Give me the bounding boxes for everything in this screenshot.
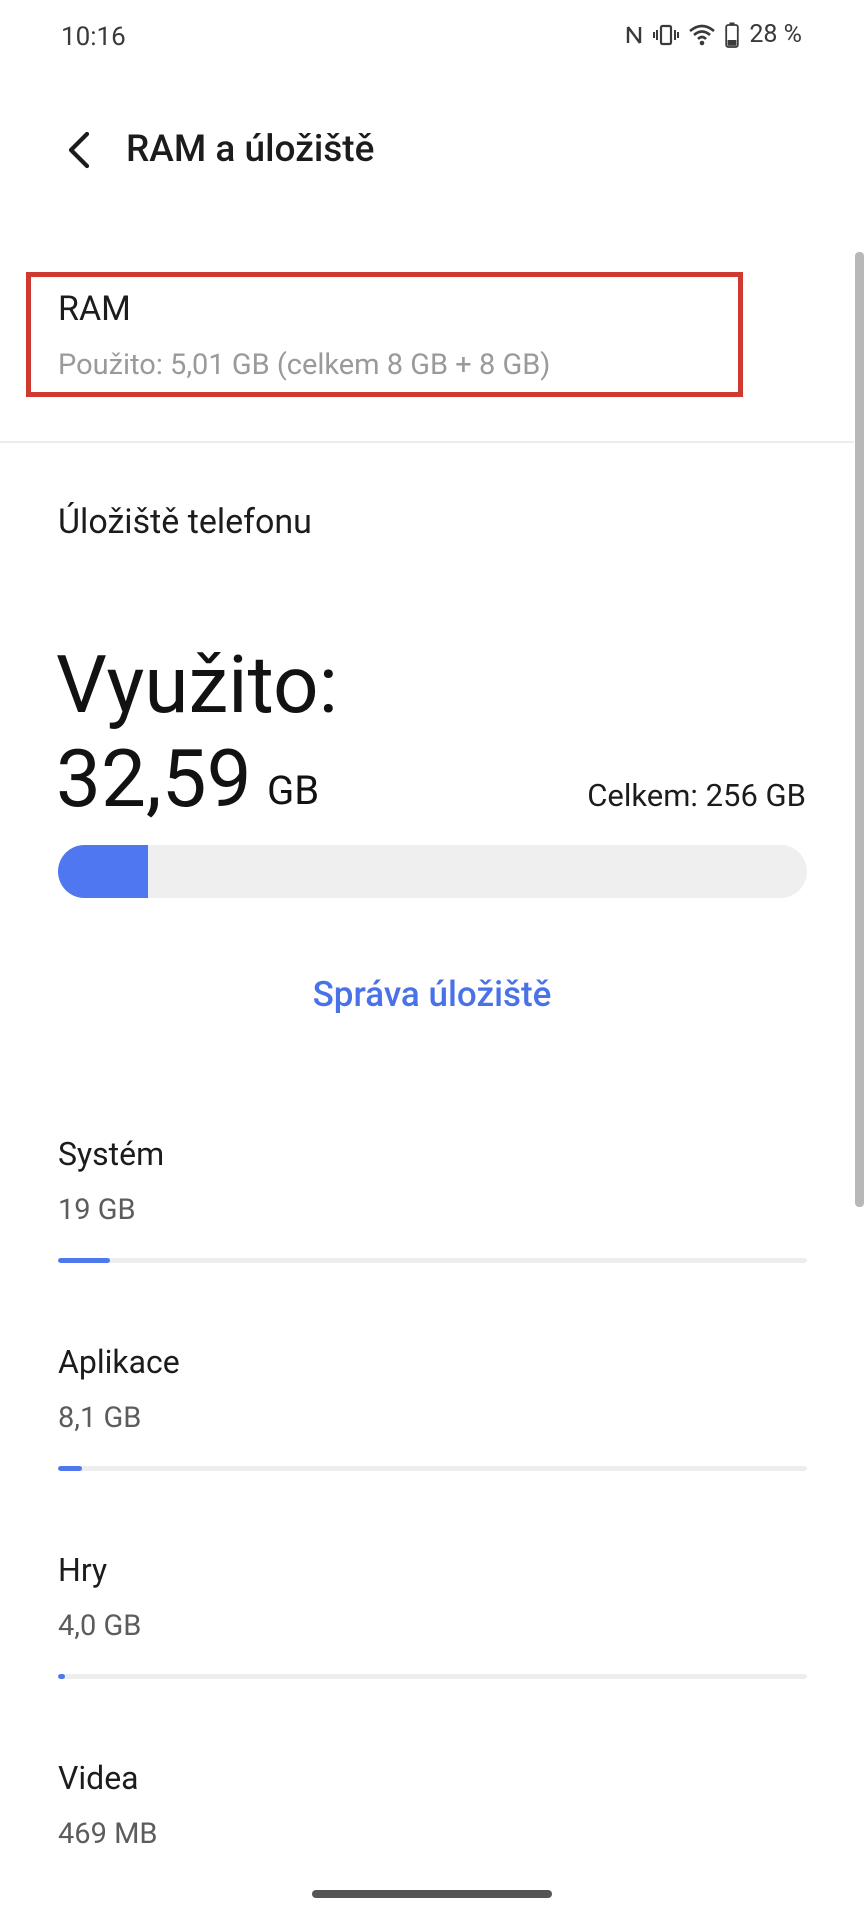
wifi-icon <box>689 24 716 46</box>
status-icons: 28 % <box>625 20 802 49</box>
category-size: 19 GB <box>58 1193 136 1227</box>
category-item-system[interactable]: Systém 19 GB <box>58 1138 807 1263</box>
category-progress-bar <box>58 1466 807 1471</box>
storage-progress-fill <box>58 845 148 898</box>
gesture-navigation-bar[interactable] <box>312 1890 552 1898</box>
category-item-games[interactable]: Hry 4,0 GB <box>58 1554 807 1679</box>
battery-icon <box>725 22 740 48</box>
page-title: RAM a úložiště <box>126 128 375 171</box>
back-button[interactable] <box>52 124 108 180</box>
category-name: Hry <box>58 1551 108 1589</box>
storage-used-label: Využito: <box>56 638 338 732</box>
ram-title: RAM <box>58 289 131 329</box>
category-progress-fill <box>58 1466 82 1471</box>
nfc-icon <box>625 23 643 47</box>
category-size: 469 MB <box>58 1817 158 1851</box>
category-size: 4,0 GB <box>58 1609 142 1643</box>
storage-used-value: 32,59 <box>56 732 252 826</box>
storage-section-title: Úložiště telefonu <box>58 502 312 542</box>
category-name: Systém <box>58 1135 165 1173</box>
category-name: Aplikace <box>58 1343 180 1381</box>
storage-total-label: Celkem: 256 GB <box>587 777 806 814</box>
category-progress-bar <box>58 1674 807 1679</box>
category-progress-fill <box>58 1258 111 1263</box>
category-progress-bar <box>58 1258 807 1263</box>
divider <box>0 441 854 443</box>
manage-storage-button[interactable]: Správa úložiště <box>0 974 864 1015</box>
category-item-videos[interactable]: Videa 469 MB <box>58 1762 807 1849</box>
battery-percent: 28 % <box>749 20 802 49</box>
storage-used-unit: GB <box>267 767 320 814</box>
back-arrow-icon <box>65 130 95 174</box>
vibrate-icon <box>653 23 680 47</box>
storage-progress-bar <box>58 845 807 898</box>
scrollbar[interactable] <box>855 252 864 1207</box>
category-size: 8,1 GB <box>58 1401 142 1435</box>
ram-summary: Použito: 5,01 GB (celkem 8 GB + 8 GB) <box>58 348 551 382</box>
category-progress-fill <box>58 1674 66 1679</box>
app-bar: RAM a úložiště <box>0 110 864 196</box>
status-bar: 10:16 28 % <box>0 0 864 78</box>
status-time: 10:16 <box>61 22 126 52</box>
category-name: Videa <box>58 1759 139 1797</box>
category-item-apps[interactable]: Aplikace 8,1 GB <box>58 1346 807 1471</box>
